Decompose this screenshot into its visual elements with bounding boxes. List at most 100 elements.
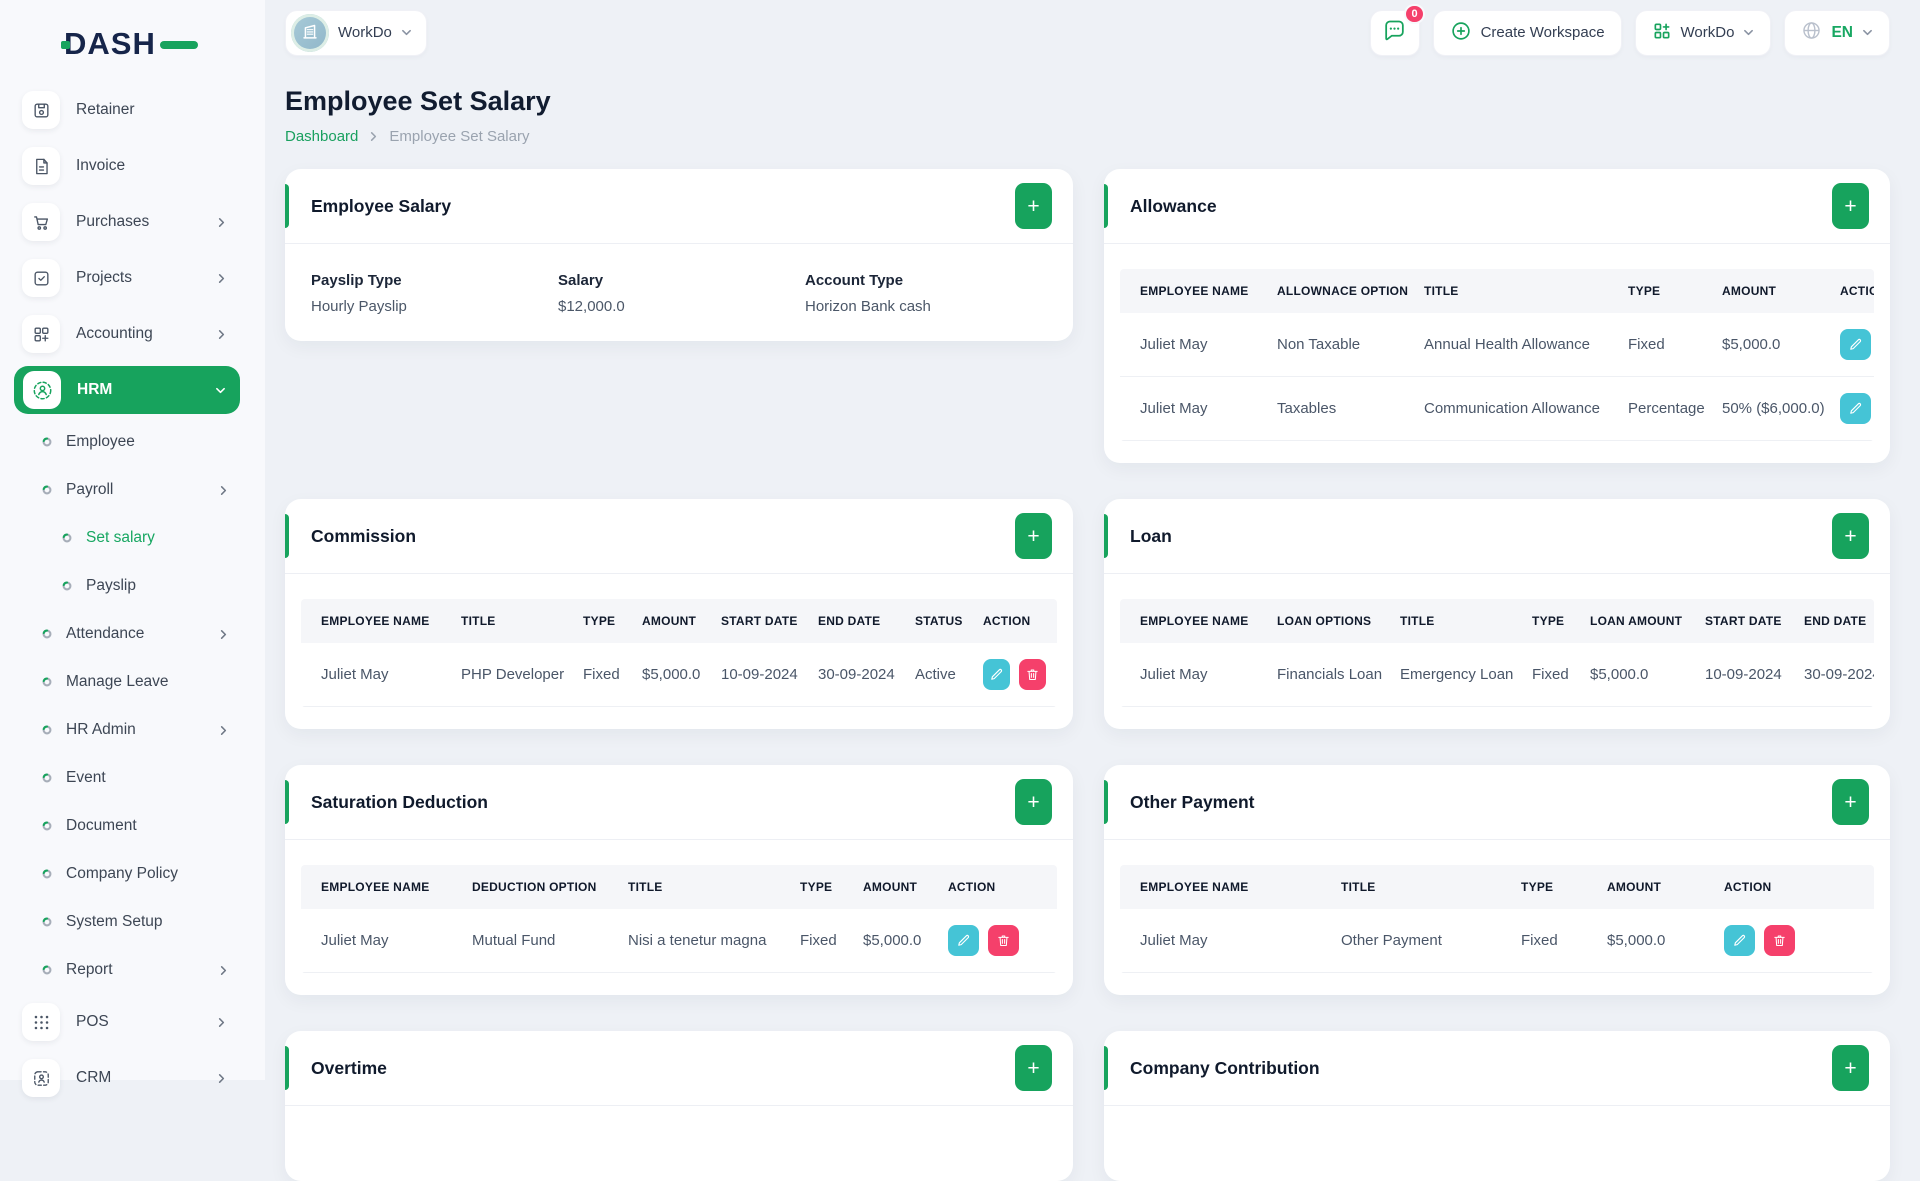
- sidebar-item-label: Manage Leave: [66, 673, 169, 690]
- create-workspace-button[interactable]: Create Workspace: [1432, 9, 1622, 56]
- sidebar-item-crm[interactable]: CRM: [0, 1050, 265, 1106]
- messages-button[interactable]: 0: [1369, 3, 1425, 56]
- circle-bullet-icon: [42, 917, 52, 927]
- add-loan-button[interactable]: +: [1832, 513, 1869, 559]
- commission-card: Commission + EMPLOYEE NAME TITLE TYPE AMOUN…: [285, 499, 1073, 729]
- column-header: DEDUCTION OPTION: [458, 865, 614, 909]
- delete-button[interactable]: [1019, 659, 1046, 690]
- sidebar-item-pos[interactable]: POS: [0, 994, 265, 1050]
- column-header: START DATE: [707, 599, 804, 643]
- sidebar-item-report[interactable]: Report: [0, 946, 265, 994]
- chevron-right-icon: [218, 485, 229, 496]
- circle-bullet-icon: [42, 725, 52, 735]
- cards-grid: Employee Salary + Payslip Type Hourly Pa…: [285, 169, 1890, 1181]
- column-header: ACTION: [1826, 269, 1874, 313]
- delete-button[interactable]: [988, 925, 1019, 956]
- sidebar-item-attendance[interactable]: Attendance: [0, 610, 265, 658]
- card-title: Saturation Deduction: [311, 791, 488, 812]
- app-logo[interactable]: DASH: [61, 24, 204, 64]
- sidebar-item-hr-admin[interactable]: HR Admin: [0, 706, 265, 754]
- sidebar: DASH Retainer Invoice Purchases Projects Acc…: [0, 0, 265, 1097]
- sidebar-item-document[interactable]: Document: [0, 802, 265, 850]
- column-header: TYPE: [1614, 269, 1708, 313]
- language-menu[interactable]: EN: [1784, 9, 1890, 56]
- add-allowance-button[interactable]: +: [1832, 183, 1869, 229]
- sidebar-item-event[interactable]: Event: [0, 754, 265, 802]
- add-employee-salary-button[interactable]: +: [1015, 183, 1052, 229]
- add-saturation-deduction-button[interactable]: +: [1015, 779, 1052, 825]
- column-header: EMPLOYEE NAME: [301, 865, 458, 909]
- chevron-right-icon: [216, 273, 227, 284]
- sidebar-item-payroll[interactable]: Payroll: [0, 466, 265, 514]
- card-title: Company Contribution: [1130, 1057, 1320, 1078]
- table-row: Juliet May Mutual Fund Nisi a tenetur magn…: [301, 909, 1057, 973]
- table-cell: Juliet May: [301, 909, 458, 973]
- table-cell-actions: [1710, 909, 1874, 973]
- table-cell: $5,000.0: [1708, 313, 1826, 377]
- table-cell-actions: [1826, 313, 1874, 377]
- edit-button[interactable]: [1840, 393, 1871, 424]
- table-cell: Percentage: [1614, 376, 1708, 441]
- table-cell: Taxables: [1263, 376, 1410, 441]
- card-title: Overtime: [311, 1057, 387, 1078]
- table-cell: $5,000.0: [849, 909, 934, 973]
- sidebar-item-label: POS: [76, 1013, 109, 1030]
- edit-button[interactable]: [1840, 329, 1871, 360]
- column-header: ALLOWNACE OPTION: [1263, 269, 1410, 313]
- table-cell: PHP Developer: [447, 643, 569, 707]
- messages-badge: 0: [1404, 3, 1425, 24]
- company-menu[interactable]: WorkDo: [1634, 9, 1772, 56]
- table-cell: $5,000.0: [1593, 909, 1710, 973]
- column-header: AMOUNT: [628, 599, 707, 643]
- add-overtime-button[interactable]: +: [1015, 1045, 1052, 1091]
- sidebar-item-company-policy[interactable]: Company Policy: [0, 850, 265, 898]
- sidebar-item-projects[interactable]: Projects: [0, 250, 265, 306]
- column-header: ACTION: [1710, 865, 1874, 909]
- workspace-switcher[interactable]: WorkDo: [285, 9, 427, 56]
- sidebar-item-set-salary[interactable]: Set salary: [0, 514, 265, 562]
- sidebar-item-label: Retainer: [76, 101, 135, 118]
- sidebar-item-payslip[interactable]: Payslip: [0, 562, 265, 610]
- circle-bullet-icon: [62, 533, 72, 543]
- sidebar-item-retainer[interactable]: Retainer: [0, 82, 265, 138]
- sidebar-item-label: Accounting: [76, 325, 153, 342]
- sidebar-item-purchases[interactable]: Purchases: [0, 194, 265, 250]
- column-header: END DATE: [804, 599, 901, 643]
- retainer-icon: [22, 91, 60, 129]
- sidebar-item-invoice[interactable]: Invoice: [0, 138, 265, 194]
- sidebar-item-label: Report: [66, 961, 113, 978]
- sidebar-item-employee[interactable]: Employee: [0, 418, 265, 466]
- sidebar-item-hrm[interactable]: HRM: [14, 366, 240, 414]
- page-header: Employee Set Salary Dashboard Employee S…: [285, 86, 1890, 145]
- sidebar-item-label: Payroll: [66, 481, 114, 498]
- sidebar-item-manage-leave[interactable]: Manage Leave: [0, 658, 265, 706]
- sidebar-item-accounting[interactable]: Accounting: [0, 306, 265, 362]
- breadcrumb-dashboard-link[interactable]: Dashboard: [285, 128, 358, 145]
- table-cell-actions: [1826, 376, 1874, 441]
- sidebar-item-system-setup[interactable]: System Setup: [0, 898, 265, 946]
- hrm-icon: [23, 371, 61, 409]
- sidebar-item-label: Event: [66, 769, 106, 786]
- add-commission-button[interactable]: +: [1015, 513, 1052, 559]
- grid-plus-icon: [1652, 21, 1672, 45]
- field-label: Payslip Type: [311, 272, 402, 289]
- column-header: TYPE: [1518, 599, 1576, 643]
- purchases-icon: [22, 203, 60, 241]
- language-label: EN: [1831, 23, 1853, 41]
- overtime-card: Overtime +: [285, 1031, 1073, 1181]
- sidebar-item-label: Attendance: [66, 625, 145, 642]
- delete-button[interactable]: [1764, 925, 1795, 956]
- add-company-contribution-button[interactable]: +: [1832, 1045, 1869, 1091]
- edit-button[interactable]: [948, 925, 979, 956]
- column-header: AMOUNT: [849, 865, 934, 909]
- column-header: TITLE: [614, 865, 786, 909]
- employee-salary-details: Payslip Type Hourly Payslip Salary $12,0…: [285, 244, 1073, 341]
- table-cell: Communication Allowance: [1410, 376, 1614, 441]
- sidebar-item-label: Employee: [66, 433, 135, 450]
- column-header: AMOUNT: [1708, 269, 1826, 313]
- add-other-payment-button[interactable]: +: [1832, 779, 1869, 825]
- edit-button[interactable]: [983, 659, 1010, 690]
- edit-button[interactable]: [1724, 925, 1755, 956]
- sidebar-item-label: Set salary: [86, 529, 155, 546]
- column-header: EMPLOYEE NAME: [1120, 599, 1263, 643]
